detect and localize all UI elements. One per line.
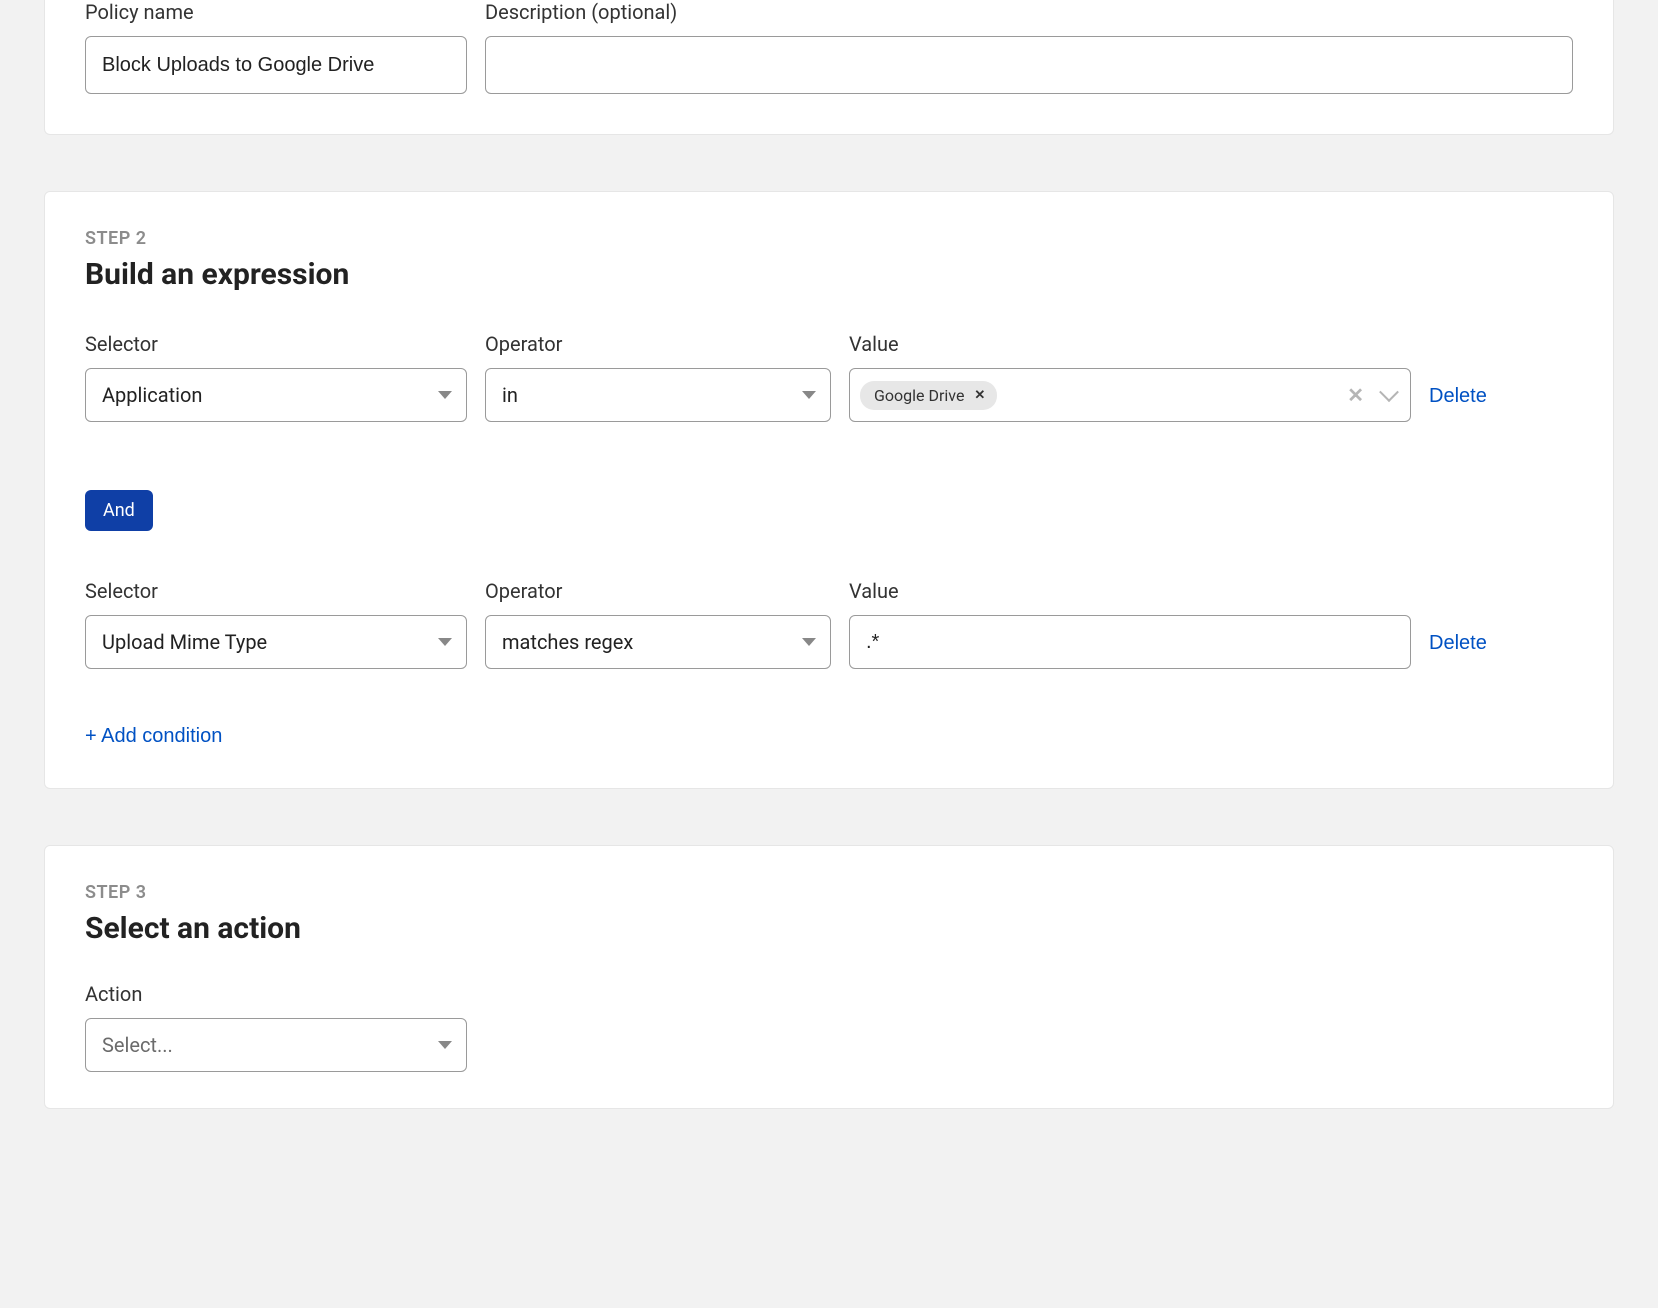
step3-title: Select an action <box>85 911 1573 946</box>
chip-remove-icon[interactable]: ✕ <box>974 388 985 403</box>
operator-label: Operator <box>485 332 831 356</box>
policy-name-label: Policy name <box>85 0 467 24</box>
action-placeholder: Select... <box>102 1033 173 1057</box>
chevron-down-icon <box>802 391 816 399</box>
step2-title: Build an expression <box>85 257 1573 292</box>
action-card: STEP 3 Select an action Action Select... <box>44 845 1614 1109</box>
chip-label: Google Drive <box>874 386 964 405</box>
delete-row-button[interactable]: Delete <box>1429 632 1487 669</box>
selector-dropdown[interactable]: Application <box>85 368 467 422</box>
operator-value: in <box>502 383 518 407</box>
chevron-down-icon <box>438 391 452 399</box>
selector-value: Application <box>102 383 202 407</box>
clear-all-icon[interactable]: ✕ <box>1341 383 1370 407</box>
selector-label: Selector <box>85 579 467 603</box>
selector-value: Upload Mime Type <box>102 630 267 654</box>
operator-value: matches regex <box>502 630 633 654</box>
value-label: Value <box>849 332 1411 356</box>
step3-label: STEP 3 <box>85 882 1573 903</box>
expression-row: Selector Upload Mime Type Operator match… <box>85 579 1573 669</box>
delete-row-button[interactable]: Delete <box>1429 385 1487 422</box>
and-joiner-badge[interactable]: And <box>85 490 153 531</box>
chevron-down-icon <box>438 638 452 646</box>
action-dropdown[interactable]: Select... <box>85 1018 467 1072</box>
expression-card: STEP 2 Build an expression Selector Appl… <box>44 191 1614 789</box>
operator-label: Operator <box>485 579 831 603</box>
chevron-down-icon <box>1379 382 1399 402</box>
policy-name-card: Policy name Description (optional) <box>44 0 1614 135</box>
value-multiselect[interactable]: Google Drive ✕ ✕ <box>849 368 1411 422</box>
policy-name-input[interactable] <box>85 36 467 94</box>
value-label: Value <box>849 579 1411 603</box>
action-label: Action <box>85 982 467 1006</box>
chevron-down-icon <box>802 638 816 646</box>
multiselect-open-icon[interactable] <box>1378 388 1400 402</box>
selector-dropdown[interactable]: Upload Mime Type <box>85 615 467 669</box>
add-condition-button[interactable]: + Add condition <box>85 725 222 748</box>
chevron-down-icon <box>438 1041 452 1049</box>
value-chip: Google Drive ✕ <box>860 381 997 410</box>
operator-dropdown[interactable]: in <box>485 368 831 422</box>
description-label: Description (optional) <box>485 0 1573 24</box>
step2-label: STEP 2 <box>85 228 1573 249</box>
description-input[interactable] <box>485 36 1573 94</box>
expression-row: Selector Application Operator in Value G… <box>85 332 1573 422</box>
selector-label: Selector <box>85 332 467 356</box>
operator-dropdown[interactable]: matches regex <box>485 615 831 669</box>
value-input[interactable] <box>849 615 1411 669</box>
